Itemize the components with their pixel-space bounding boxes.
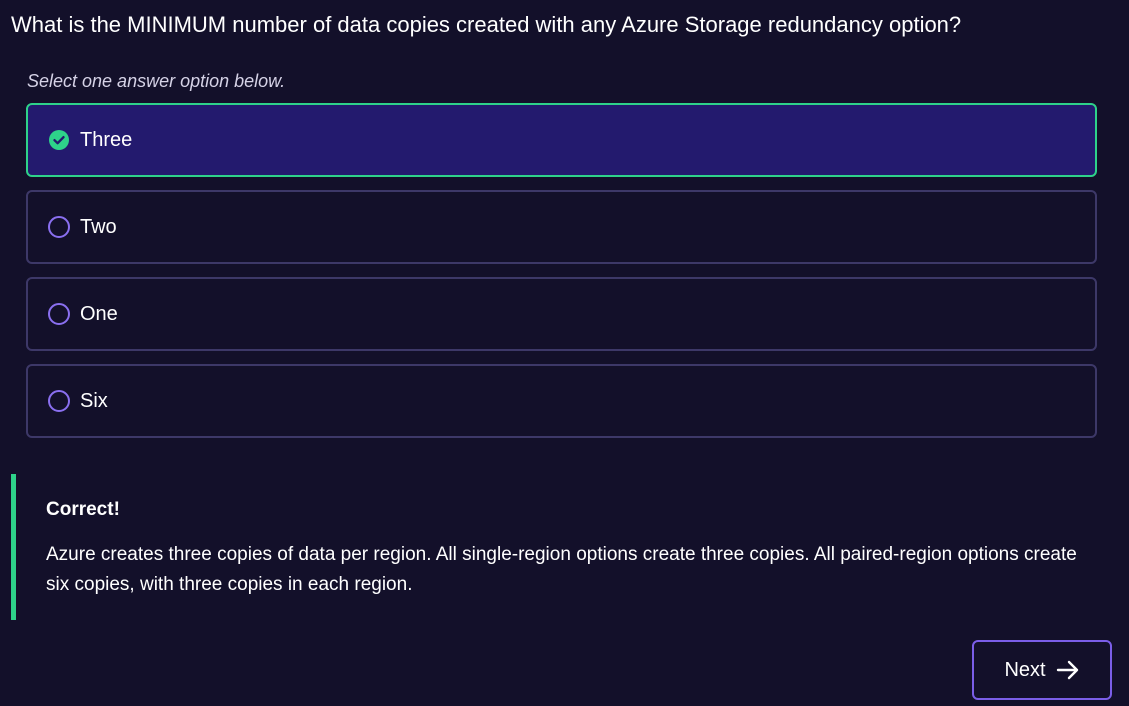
radio-circle-icon[interactable]: [48, 390, 70, 412]
feedback-panel: Correct! Azure creates three copies of d…: [11, 474, 1111, 620]
answer-option-label: Six: [80, 390, 108, 412]
answer-option-label: Three: [80, 129, 133, 151]
next-button-label: Next: [1004, 658, 1046, 681]
answer-option-label: One: [80, 303, 118, 325]
answer-option-two[interactable]: Two: [26, 190, 1097, 264]
answer-option-three[interactable]: Three: [26, 103, 1097, 177]
answer-option-six[interactable]: Six: [26, 364, 1097, 438]
radio-circle-icon[interactable]: [48, 303, 70, 325]
feedback-title: Correct!: [46, 499, 120, 520]
feedback-explanation: Azure creates three copies of data per r…: [46, 544, 1077, 595]
answer-option-label: Two: [80, 216, 117, 238]
check-circle-icon: [49, 130, 69, 150]
answer-options: Three Two One Six: [26, 103, 1097, 451]
answer-option-one[interactable]: One: [26, 277, 1097, 351]
arrow-right-icon: [1056, 660, 1078, 680]
next-button[interactable]: Next: [972, 640, 1112, 700]
radio-circle-icon[interactable]: [48, 216, 70, 238]
instruction-text: Select one answer option below.: [27, 71, 286, 91]
question-text: What is the MINIMUM number of data copie…: [11, 12, 962, 37]
